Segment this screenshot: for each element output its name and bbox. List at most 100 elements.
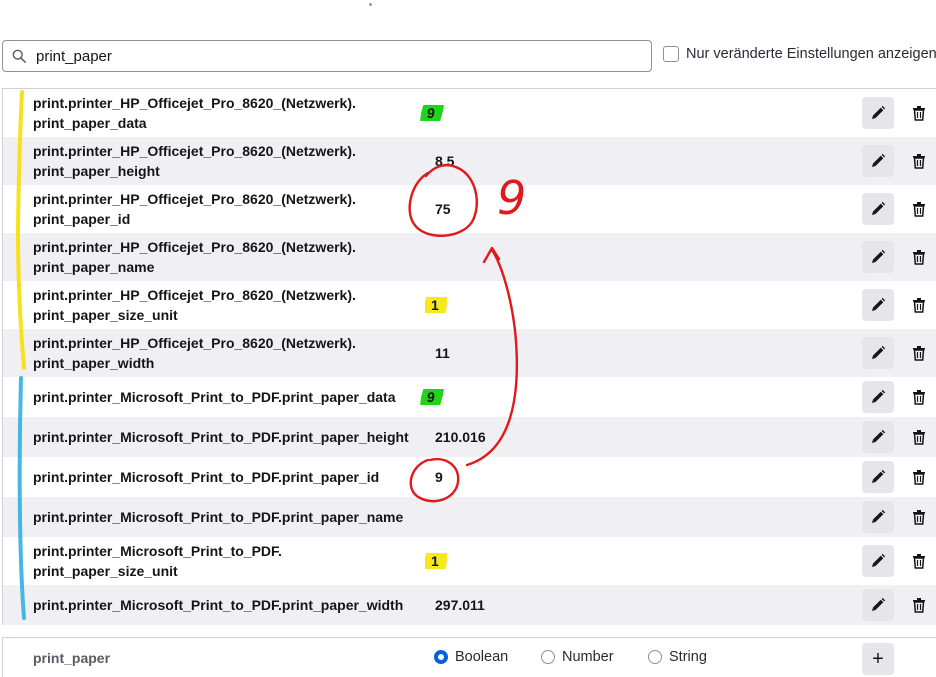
pencil-icon bbox=[872, 597, 886, 611]
edit-button[interactable] bbox=[862, 461, 894, 493]
pref-name: print.printer_HP_Officejet_Pro_8620_(Net… bbox=[33, 335, 356, 371]
table-row[interactable]: print.printer_HP_Officejet_Pro_8620_(Net… bbox=[3, 137, 936, 185]
delete-button[interactable] bbox=[908, 545, 930, 577]
new-pref-name: print_paper bbox=[33, 650, 111, 666]
pref-name: print.printer_HP_Officejet_Pro_8620_(Net… bbox=[33, 239, 356, 275]
search-icon bbox=[12, 49, 26, 63]
pref-value: 9 bbox=[420, 105, 444, 121]
table-row[interactable]: print.printer_Microsoft_Print_to_PDF.pri… bbox=[3, 377, 936, 417]
pencil-icon bbox=[872, 249, 886, 263]
pref-value: 75 bbox=[435, 201, 451, 217]
edit-button[interactable] bbox=[862, 337, 894, 369]
delete-button[interactable] bbox=[908, 421, 930, 453]
type-label-string: String bbox=[669, 649, 707, 665]
delete-button[interactable] bbox=[908, 97, 930, 129]
trash-icon bbox=[913, 202, 925, 217]
table-row[interactable]: print.printer_HP_Officejet_Pro_8620_(Net… bbox=[3, 233, 936, 281]
table-row[interactable]: print.printer_Microsoft_Print_to_PDF.pri… bbox=[3, 537, 936, 585]
pref-value: 1 bbox=[425, 553, 447, 569]
edit-button[interactable] bbox=[862, 421, 894, 453]
pref-name: print.printer_Microsoft_Print_to_PDF.pri… bbox=[33, 389, 396, 405]
search-bar[interactable] bbox=[2, 40, 652, 72]
pref-name: print.printer_Microsoft_Print_to_PDF.pri… bbox=[33, 429, 409, 445]
edit-button[interactable] bbox=[862, 241, 894, 273]
trash-icon bbox=[913, 598, 925, 613]
search-input[interactable] bbox=[36, 47, 596, 65]
delete-button[interactable] bbox=[908, 241, 930, 273]
pencil-icon bbox=[872, 153, 886, 167]
trash-icon bbox=[913, 346, 925, 361]
trash-icon bbox=[913, 554, 925, 569]
radio-circle[interactable] bbox=[648, 650, 662, 664]
delete-button[interactable] bbox=[908, 145, 930, 177]
edit-button[interactable] bbox=[862, 145, 894, 177]
pencil-icon bbox=[872, 429, 886, 443]
table-row[interactable]: print.printer_HP_Officejet_Pro_8620_(Net… bbox=[3, 329, 936, 377]
pref-value: 8.5 bbox=[435, 153, 455, 169]
pref-name: print.printer_HP_Officejet_Pro_8620_(Net… bbox=[33, 143, 356, 179]
plus-icon: + bbox=[872, 647, 884, 670]
pencil-icon bbox=[872, 469, 886, 483]
table-row[interactable]: print.printer_HP_Officejet_Pro_8620_(Net… bbox=[3, 89, 936, 137]
table-row[interactable]: print.printer_Microsoft_Print_to_PDF.pri… bbox=[3, 417, 936, 457]
type-radio-string[interactable]: String bbox=[648, 649, 707, 665]
pref-value: 210.016 bbox=[435, 429, 486, 445]
pref-name: print.printer_Microsoft_Print_to_PDF.pri… bbox=[33, 597, 404, 613]
delete-button[interactable] bbox=[908, 589, 930, 621]
pencil-icon bbox=[872, 105, 886, 119]
changed-only-filter[interactable]: Nur veränderte Einstellungen anzeigen bbox=[663, 46, 936, 62]
edit-button[interactable] bbox=[862, 381, 894, 413]
pref-value: 9 bbox=[435, 469, 443, 485]
edit-button[interactable] bbox=[862, 97, 894, 129]
type-label-boolean: Boolean bbox=[455, 649, 509, 665]
pref-name: print.printer_Microsoft_Print_to_PDF.pri… bbox=[33, 509, 404, 525]
window-drag-dot bbox=[369, 3, 372, 6]
changed-only-label: Nur veränderte Einstellungen anzeigen bbox=[686, 46, 936, 62]
add-preference-row: print_paper Boolean Number String + bbox=[2, 637, 936, 677]
pref-name: print.printer_Microsoft_Print_to_PDF.pri… bbox=[33, 543, 282, 579]
pref-value: 11 bbox=[435, 345, 450, 361]
edit-button[interactable] bbox=[862, 501, 894, 533]
pencil-icon bbox=[872, 345, 886, 359]
delete-button[interactable] bbox=[908, 501, 930, 533]
type-label-number: Number bbox=[562, 649, 614, 665]
delete-button[interactable] bbox=[908, 337, 930, 369]
table-row[interactable]: print.printer_Microsoft_Print_to_PDF.pri… bbox=[3, 497, 936, 537]
preferences-table: print.printer_HP_Officejet_Pro_8620_(Net… bbox=[2, 88, 936, 625]
pencil-icon bbox=[872, 201, 886, 215]
table-row[interactable]: print.printer_Microsoft_Print_to_PDF.pri… bbox=[3, 457, 936, 497]
radio-circle-selected[interactable] bbox=[434, 650, 448, 664]
type-radio-boolean[interactable]: Boolean bbox=[434, 649, 508, 665]
pref-value: 297.011 bbox=[435, 597, 485, 613]
delete-button[interactable] bbox=[908, 461, 930, 493]
edit-button[interactable] bbox=[862, 589, 894, 621]
table-row[interactable]: print.printer_HP_Officejet_Pro_8620_(Net… bbox=[3, 281, 936, 329]
edit-button[interactable] bbox=[862, 545, 894, 577]
pencil-icon bbox=[872, 553, 886, 567]
pref-name: print.printer_HP_Officejet_Pro_8620_(Net… bbox=[33, 95, 356, 131]
pencil-icon bbox=[872, 509, 886, 523]
trash-icon bbox=[913, 390, 925, 405]
trash-icon bbox=[913, 298, 925, 313]
trash-icon bbox=[913, 106, 925, 121]
table-row[interactable]: print.printer_HP_Officejet_Pro_8620_(Net… bbox=[3, 185, 936, 233]
add-button[interactable]: + bbox=[862, 643, 894, 675]
pencil-icon bbox=[872, 297, 886, 311]
table-row[interactable]: print.printer_Microsoft_Print_to_PDF.pri… bbox=[3, 585, 936, 625]
trash-icon bbox=[913, 154, 925, 169]
radio-circle[interactable] bbox=[541, 650, 555, 664]
edit-button[interactable] bbox=[862, 193, 894, 225]
edit-button[interactable] bbox=[862, 289, 894, 321]
pref-value: 1 bbox=[425, 297, 447, 313]
changed-only-checkbox[interactable] bbox=[663, 46, 679, 62]
trash-icon bbox=[913, 250, 925, 265]
pref-value: 9 bbox=[420, 389, 444, 405]
pref-name: print.printer_Microsoft_Print_to_PDF.pri… bbox=[33, 469, 380, 485]
pencil-icon bbox=[872, 389, 886, 403]
delete-button[interactable] bbox=[908, 381, 930, 413]
type-radio-number[interactable]: Number bbox=[541, 649, 614, 665]
pref-name: print.printer_HP_Officejet_Pro_8620_(Net… bbox=[33, 287, 356, 323]
delete-button[interactable] bbox=[908, 193, 930, 225]
delete-button[interactable] bbox=[908, 289, 930, 321]
trash-icon bbox=[913, 470, 925, 485]
